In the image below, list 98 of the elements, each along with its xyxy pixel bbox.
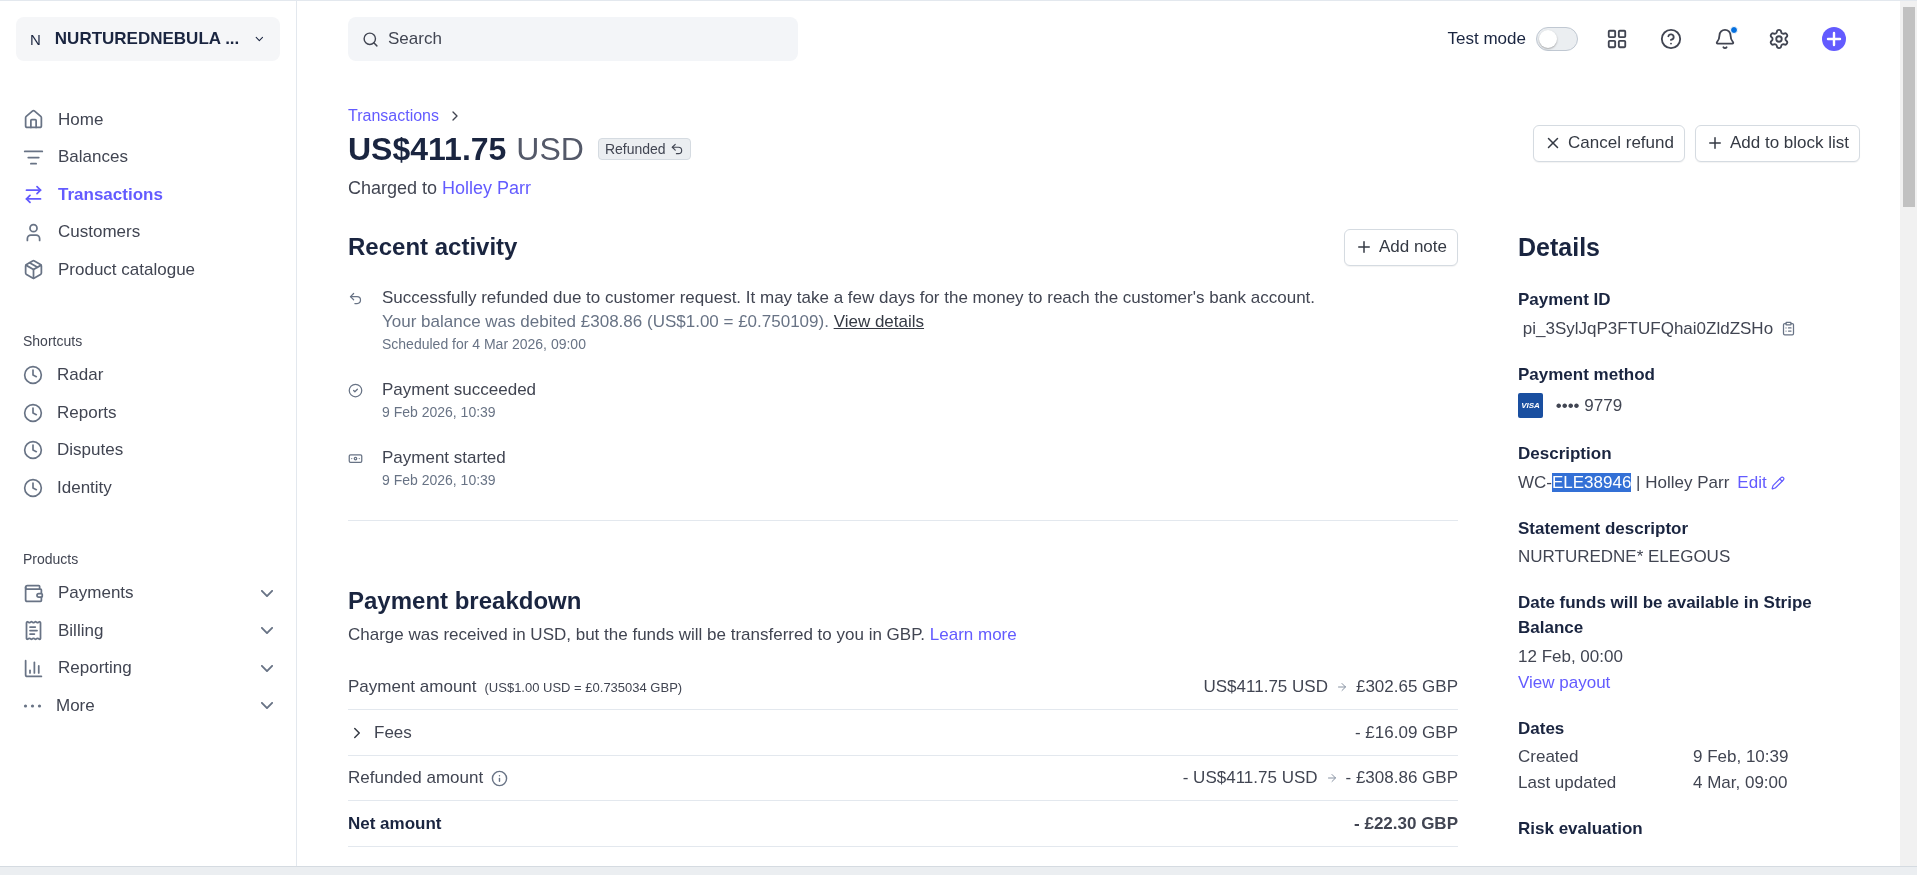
section-heading: Products [23, 550, 80, 567]
detail-label: Description [1518, 443, 1613, 466]
chevron-down-icon [261, 589, 273, 597]
nav-item[interactable]: Transactions [16, 176, 280, 214]
clock-icon [23, 477, 43, 498]
add-note-button[interactable]: Add note [1343, 228, 1458, 266]
detail-label: Dates [1518, 717, 1566, 740]
home-icon [23, 109, 44, 131]
search-icon [362, 30, 379, 48]
account-initial: N [30, 30, 41, 48]
shortcut-item[interactable]: Reports [16, 394, 280, 432]
wallet-icon [23, 582, 44, 604]
detail-label: Date funds will be available in Stripe Balance [1518, 592, 1813, 640]
card-number: •••• 9779 [1554, 395, 1623, 416]
arrow-right-icon [1325, 772, 1338, 785]
row-value: - £308.86 GBP [1345, 768, 1458, 789]
event-time: Scheduled for 4 Mar 2026, 09:00 [382, 335, 587, 352]
scrollbar[interactable] [1900, 1, 1917, 866]
row-label: Net amount [348, 813, 442, 834]
ellipsis-icon [23, 703, 42, 708]
detail-label: Payment method [1518, 363, 1656, 386]
product-item[interactable]: Payments [16, 574, 280, 612]
chevron-down-icon [261, 664, 273, 672]
toggle-label: Test mode [1447, 28, 1526, 49]
breadcrumb-link[interactable]: Transactions [348, 106, 463, 125]
section-title: Recent activity [348, 233, 518, 262]
check-circle-icon [348, 382, 363, 398]
clock-icon [23, 440, 43, 461]
chevron-down-icon [261, 627, 273, 635]
section-heading: Shortcuts [23, 332, 84, 349]
copy-icon[interactable] [1781, 321, 1797, 336]
edit-link[interactable]: Edit [1737, 472, 1785, 493]
event-title: Successfully refunded due to customer request. It may take a few days for the money to reach the customer's bank account. [382, 287, 1317, 308]
detail-label: Payment ID [1518, 288, 1612, 311]
nav-item[interactable]: Home [16, 101, 280, 139]
product-item[interactable]: More [16, 687, 280, 725]
event-time: 9 Feb 2026, 10:39 [382, 403, 497, 420]
date-name: Last updated [1518, 773, 1618, 794]
clock-icon [23, 402, 43, 423]
info-icon [491, 769, 509, 787]
shortcut-item[interactable]: Disputes [16, 431, 280, 469]
search-field[interactable]: Search [348, 16, 798, 61]
action-button[interactable]: Add to block list [1694, 124, 1860, 162]
event-title: Payment succeeded [382, 379, 538, 400]
test-mode-toggle[interactable] [1536, 26, 1578, 51]
card-brand-logo: VISA [1518, 393, 1543, 419]
action-button[interactable]: Cancel refund [1533, 124, 1685, 162]
clock-icon [23, 365, 43, 386]
account-name: NURTUREDNEBULA ... [54, 29, 240, 49]
product-item[interactable]: Billing [16, 612, 280, 650]
amount: US$411.75 [348, 130, 507, 168]
row-value: - £22.30 GBP [1354, 813, 1458, 834]
receipt-icon [23, 620, 44, 642]
undo-arrow-icon [348, 290, 363, 306]
detail-label: Risk evaluation [1518, 818, 1644, 841]
detail-value: 12 Feb, 00:00 [1518, 646, 1624, 667]
arrow-right-icon [1335, 681, 1348, 694]
horizontal-scrollbar[interactable] [0, 866, 1917, 875]
row-value: US$411.75 USD [1203, 677, 1328, 698]
package-icon [23, 259, 44, 281]
date-value: 9 Feb, 10:39 [1693, 747, 1790, 768]
row-value: - US$411.75 USD [1182, 768, 1318, 789]
status-badge: Refunded [597, 138, 691, 161]
row-value: - £16.09 GBP [1355, 722, 1458, 743]
view-details-link[interactable]: View details [833, 311, 925, 331]
event-note: Your balance was debited £308.86 (US$1.00 = £0.750109). View details [382, 311, 926, 332]
section-title: Payment breakdown [348, 586, 583, 615]
row-label[interactable]: Fees [374, 722, 412, 743]
description-text: WC-ELE38946 | Holley Parr [1518, 472, 1730, 493]
row-label: Refunded amount [348, 768, 484, 789]
shortcut-item[interactable]: Radar [16, 356, 280, 394]
view-payout-link[interactable]: View payout [1518, 672, 1611, 693]
event-time: 9 Feb 2026, 10:39 [382, 471, 497, 488]
product-item[interactable]: Reporting [16, 649, 280, 687]
detail-value: NURTUREDNE* ELEGOUS [1518, 547, 1732, 568]
exchange-rate: (US$1.00 USD = £0.735034 GBP) [484, 679, 683, 695]
customer-link[interactable]: Holley Parr [442, 177, 532, 198]
row-value: £302.65 GBP [1355, 677, 1458, 698]
row-label: Payment amount [348, 677, 477, 698]
nav-item[interactable]: Product catalogue [16, 251, 280, 289]
account-switcher[interactable]: N NURTUREDNEBULA ... [16, 17, 280, 61]
detail-label: Statement descriptor [1518, 517, 1690, 540]
currency: USD [516, 130, 584, 168]
event-title: Payment started [382, 447, 507, 468]
arrows-icon [23, 184, 44, 206]
nav-item[interactable]: Balances [16, 138, 280, 176]
nav-item[interactable]: Customers [16, 213, 280, 251]
bar-chart-icon [23, 657, 44, 679]
breakdown-subtitle: Charge was received in USD, but the funds will be transferred to you in GBP. Learn more [348, 624, 1018, 645]
payment-id: pi_3SylJqP3FTUFQhai0ZldZSHo [1521, 318, 1774, 339]
charged-to-text: Charged to Holley Parr [348, 177, 533, 199]
learn-more-link[interactable]: Learn more [929, 624, 1017, 644]
pencil-icon [1770, 475, 1785, 490]
shortcut-item[interactable]: Identity [16, 469, 280, 507]
details-title: Details [1518, 232, 1601, 262]
date-value: 4 Mar, 09:00 [1693, 773, 1789, 794]
chevron-down-icon [261, 702, 273, 710]
date-name: Created [1518, 747, 1580, 768]
